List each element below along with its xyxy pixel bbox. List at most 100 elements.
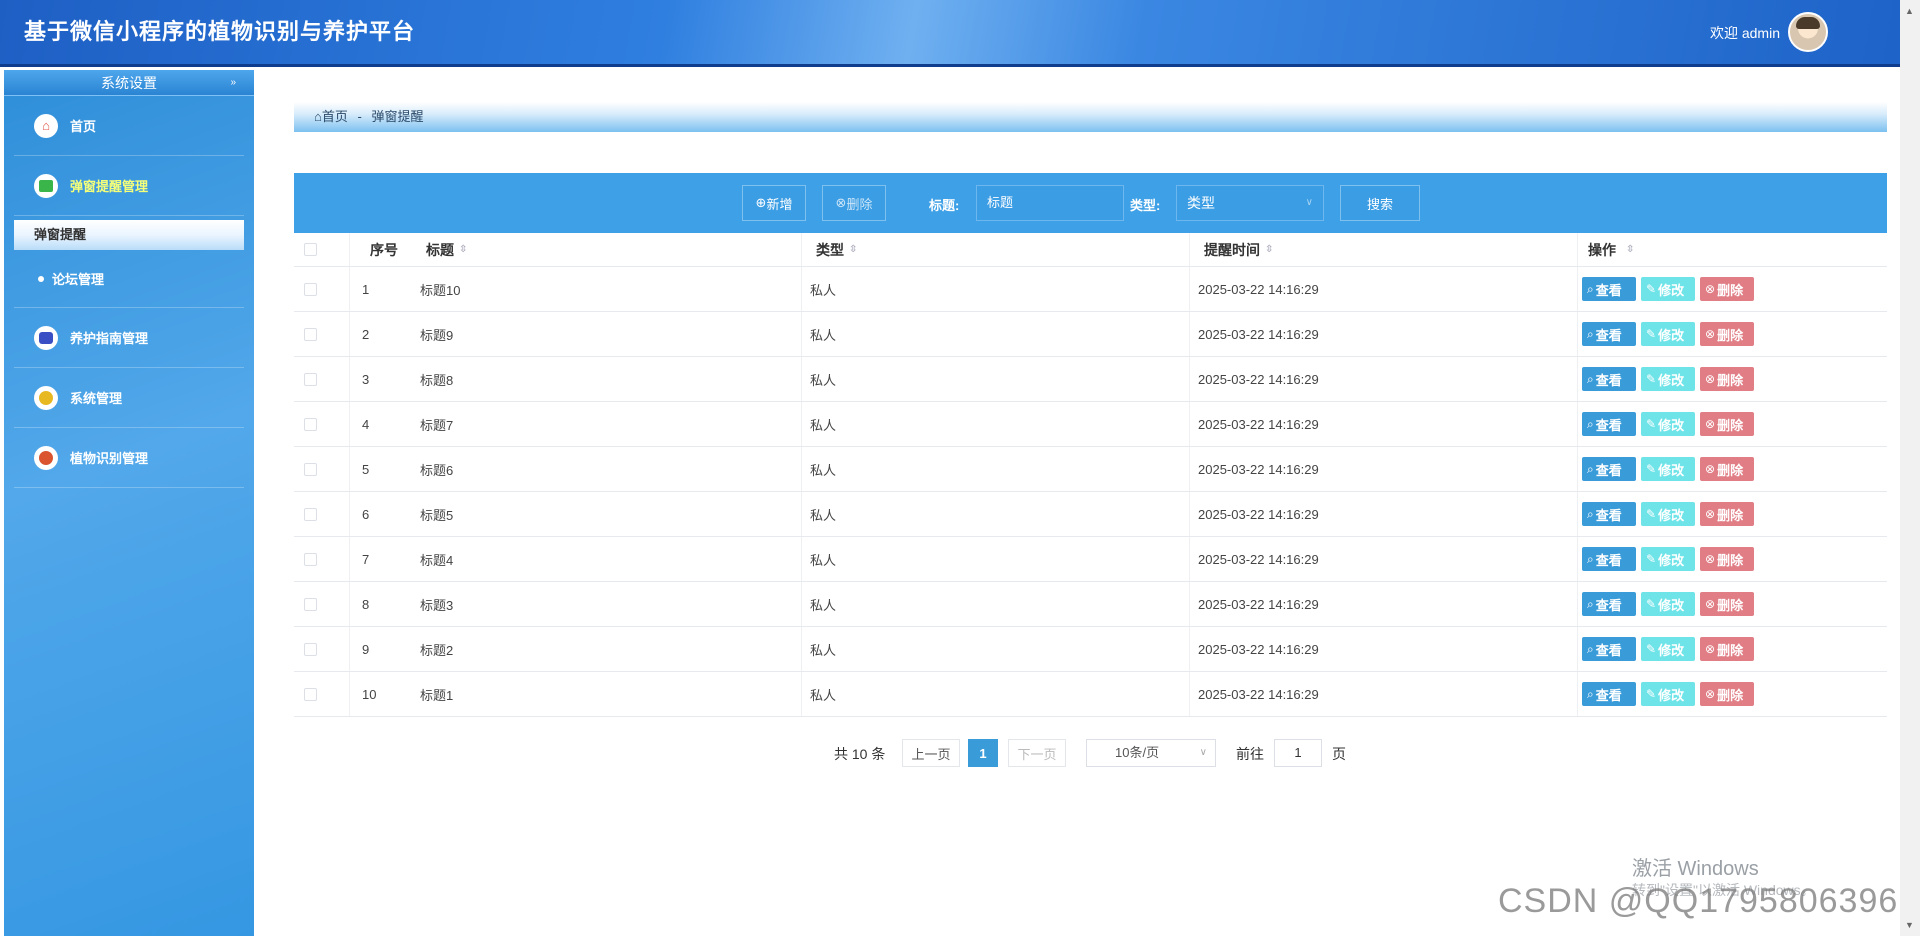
cell-ops: ⌕ 查看 ✎ 修改 ⊗ 删除 bbox=[1578, 357, 1887, 401]
sidebar-section-title: 系统设置 bbox=[101, 75, 157, 91]
edit-button[interactable]: ✎ 修改 bbox=[1641, 322, 1695, 346]
cell-index: 2 bbox=[362, 326, 370, 342]
col-time-label: 提醒时间 bbox=[1204, 241, 1260, 258]
prev-page-button[interactable]: 上一页 bbox=[902, 739, 960, 767]
view-button[interactable]: ⌕ 查看 bbox=[1582, 592, 1636, 616]
edit-button[interactable]: ✎ 修改 bbox=[1641, 547, 1695, 571]
search-toolbar: ⊕ 新增 ⊗ 删除 标题: 标题 类型: 类型 ∨ 搜索 bbox=[294, 173, 1887, 233]
robot-icon bbox=[34, 325, 58, 350]
edit-button[interactable]: ✎ 修改 bbox=[1641, 682, 1695, 706]
delete-label: 删除 bbox=[1717, 417, 1744, 433]
sort-icon[interactable]: ⇳ bbox=[459, 244, 467, 255]
delete-button[interactable]: ⊗ 删除 bbox=[1700, 682, 1754, 706]
breadcrumb-home[interactable]: 首页 bbox=[322, 109, 348, 124]
cell-index: 5 bbox=[362, 461, 370, 477]
view-button[interactable]: ⌕ 查看 bbox=[1582, 457, 1636, 481]
view-button[interactable]: ⌕ 查看 bbox=[1582, 322, 1636, 346]
row-checkbox[interactable] bbox=[304, 597, 317, 611]
col-time-header[interactable]: 提醒时间 ⇳ bbox=[1190, 233, 1578, 266]
avatar[interactable] bbox=[1788, 12, 1828, 52]
col-ops-header[interactable]: 操作 ⇳ bbox=[1578, 233, 1887, 266]
sidebar-item-plant-recognition-management[interactable]: 植物识别管理 bbox=[14, 428, 244, 488]
page-size-value: 10条/页 bbox=[1115, 745, 1160, 760]
cell-type: 私人 bbox=[802, 582, 1190, 626]
edit-button[interactable]: ✎ 修改 bbox=[1641, 457, 1695, 481]
view-button[interactable]: ⌕ 查看 bbox=[1582, 367, 1636, 391]
sidebar-section-header[interactable]: 系统设置 » bbox=[4, 70, 254, 96]
delete-button[interactable]: ⊗ 删除 bbox=[1700, 547, 1754, 571]
row-checkbox[interactable] bbox=[304, 642, 317, 656]
edit-button[interactable]: ✎ 修改 bbox=[1641, 367, 1695, 391]
delete-button[interactable]: ⊗ 删除 bbox=[1700, 637, 1754, 661]
delete-button-label: 删除 bbox=[846, 196, 873, 212]
cell-type: 私人 bbox=[802, 402, 1190, 446]
view-button[interactable]: ⌕ 查看 bbox=[1582, 277, 1636, 301]
delete-button[interactable]: ⊗ 删除 bbox=[1700, 592, 1754, 616]
goto-page-input[interactable]: 1 bbox=[1274, 739, 1322, 767]
sidebar-item-popup-reminder[interactable]: 弹窗提醒 bbox=[14, 220, 244, 250]
batch-delete-button[interactable]: ⊗ 删除 bbox=[822, 185, 886, 221]
view-button[interactable]: ⌕ 查看 bbox=[1582, 547, 1636, 571]
row-checkbox[interactable] bbox=[304, 282, 317, 296]
view-label: 查看 bbox=[1595, 597, 1622, 613]
app-title: 基于微信小程序的植物识别与养护平台 bbox=[24, 19, 416, 44]
row-checkbox[interactable] bbox=[304, 552, 317, 566]
delete-button[interactable]: ⊗ 删除 bbox=[1700, 367, 1754, 391]
sort-icon[interactable]: ⇳ bbox=[849, 244, 857, 255]
add-button-label: 新增 bbox=[766, 196, 793, 212]
page-size-select[interactable]: 10条/页 ∨ bbox=[1086, 739, 1216, 767]
sidebar-item-system-management[interactable]: 系统管理 bbox=[14, 368, 244, 428]
table-row: 6 标题5 私人 2025-03-22 14:16:29 ⌕ 查看 ✎ 修改 ⊗ 删除 bbox=[294, 492, 1887, 537]
cell-index: 6 bbox=[362, 506, 370, 522]
view-button[interactable]: ⌕ 查看 bbox=[1582, 502, 1636, 526]
cell-title: 标题9 bbox=[412, 312, 802, 356]
col-type-header[interactable]: 类型 ⇳ bbox=[802, 233, 1190, 266]
row-checkbox[interactable] bbox=[304, 372, 317, 386]
edit-button[interactable]: ✎ 修改 bbox=[1641, 592, 1695, 616]
sort-icon[interactable]: ⇳ bbox=[1626, 244, 1634, 255]
delete-button[interactable]: ⊗ 删除 bbox=[1700, 412, 1754, 436]
view-button[interactable]: ⌕ 查看 bbox=[1582, 637, 1636, 661]
row-checkbox[interactable] bbox=[304, 417, 317, 431]
sidebar-item-home[interactable]: ⌂ 首页 bbox=[14, 96, 244, 156]
close-circle-icon: ⊗ bbox=[1705, 552, 1716, 566]
page-number-current[interactable]: 1 bbox=[968, 739, 998, 767]
delete-label: 删除 bbox=[1717, 372, 1744, 388]
delete-button[interactable]: ⊗ 删除 bbox=[1700, 502, 1754, 526]
view-button[interactable]: ⌕ 查看 bbox=[1582, 682, 1636, 706]
sidebar-item-forum-management[interactable]: 论坛管理 bbox=[14, 250, 244, 308]
edit-button[interactable]: ✎ 修改 bbox=[1641, 637, 1695, 661]
select-all-checkbox[interactable] bbox=[304, 243, 317, 256]
row-checkbox[interactable] bbox=[304, 462, 317, 476]
add-button[interactable]: ⊕ 新增 bbox=[742, 185, 806, 221]
edit-button[interactable]: ✎ 修改 bbox=[1641, 277, 1695, 301]
sort-icon[interactable]: ⇳ bbox=[1265, 244, 1273, 255]
vertical-scrollbar[interactable]: ▲ ▼ bbox=[1900, 0, 1920, 936]
delete-button[interactable]: ⊗ 删除 bbox=[1700, 322, 1754, 346]
type-select-value: 类型 bbox=[1187, 195, 1215, 211]
title-search-input[interactable]: 标题 bbox=[976, 185, 1124, 221]
sidebar-item-popup-reminder-management[interactable]: 弹窗提醒管理 bbox=[14, 156, 244, 216]
search-button[interactable]: 搜索 bbox=[1340, 185, 1420, 221]
view-button[interactable]: ⌕ 查看 bbox=[1582, 412, 1636, 436]
row-checkbox[interactable] bbox=[304, 507, 317, 521]
col-title-header[interactable]: 标题 ⇳ bbox=[412, 233, 802, 266]
row-checkbox[interactable] bbox=[304, 687, 317, 701]
table-row: 9 标题2 私人 2025-03-22 14:16:29 ⌕ 查看 ✎ 修改 ⊗ 删除 bbox=[294, 627, 1887, 672]
scroll-up-icon[interactable]: ▲ bbox=[1905, 6, 1914, 16]
delete-button[interactable]: ⊗ 删除 bbox=[1700, 277, 1754, 301]
next-page-button[interactable]: 下一页 bbox=[1008, 739, 1066, 767]
sidebar-item-care-guide-management[interactable]: 养护指南管理 bbox=[14, 308, 244, 368]
view-label: 查看 bbox=[1595, 507, 1622, 523]
scroll-down-icon[interactable]: ▼ bbox=[1905, 920, 1914, 930]
type-select[interactable]: 类型 ∨ bbox=[1176, 185, 1324, 221]
row-checkbox[interactable] bbox=[304, 327, 317, 341]
sidebar-item-label: 系统管理 bbox=[70, 391, 123, 406]
delete-label: 删除 bbox=[1717, 282, 1744, 298]
edit-button[interactable]: ✎ 修改 bbox=[1641, 502, 1695, 526]
cell-ops: ⌕ 查看 ✎ 修改 ⊗ 删除 bbox=[1578, 492, 1887, 536]
edit-button[interactable]: ✎ 修改 bbox=[1641, 412, 1695, 436]
cell-time: 2025-03-22 14:16:29 bbox=[1190, 537, 1578, 581]
delete-button[interactable]: ⊗ 删除 bbox=[1700, 457, 1754, 481]
title-filter-label: 标题: bbox=[929, 198, 960, 213]
